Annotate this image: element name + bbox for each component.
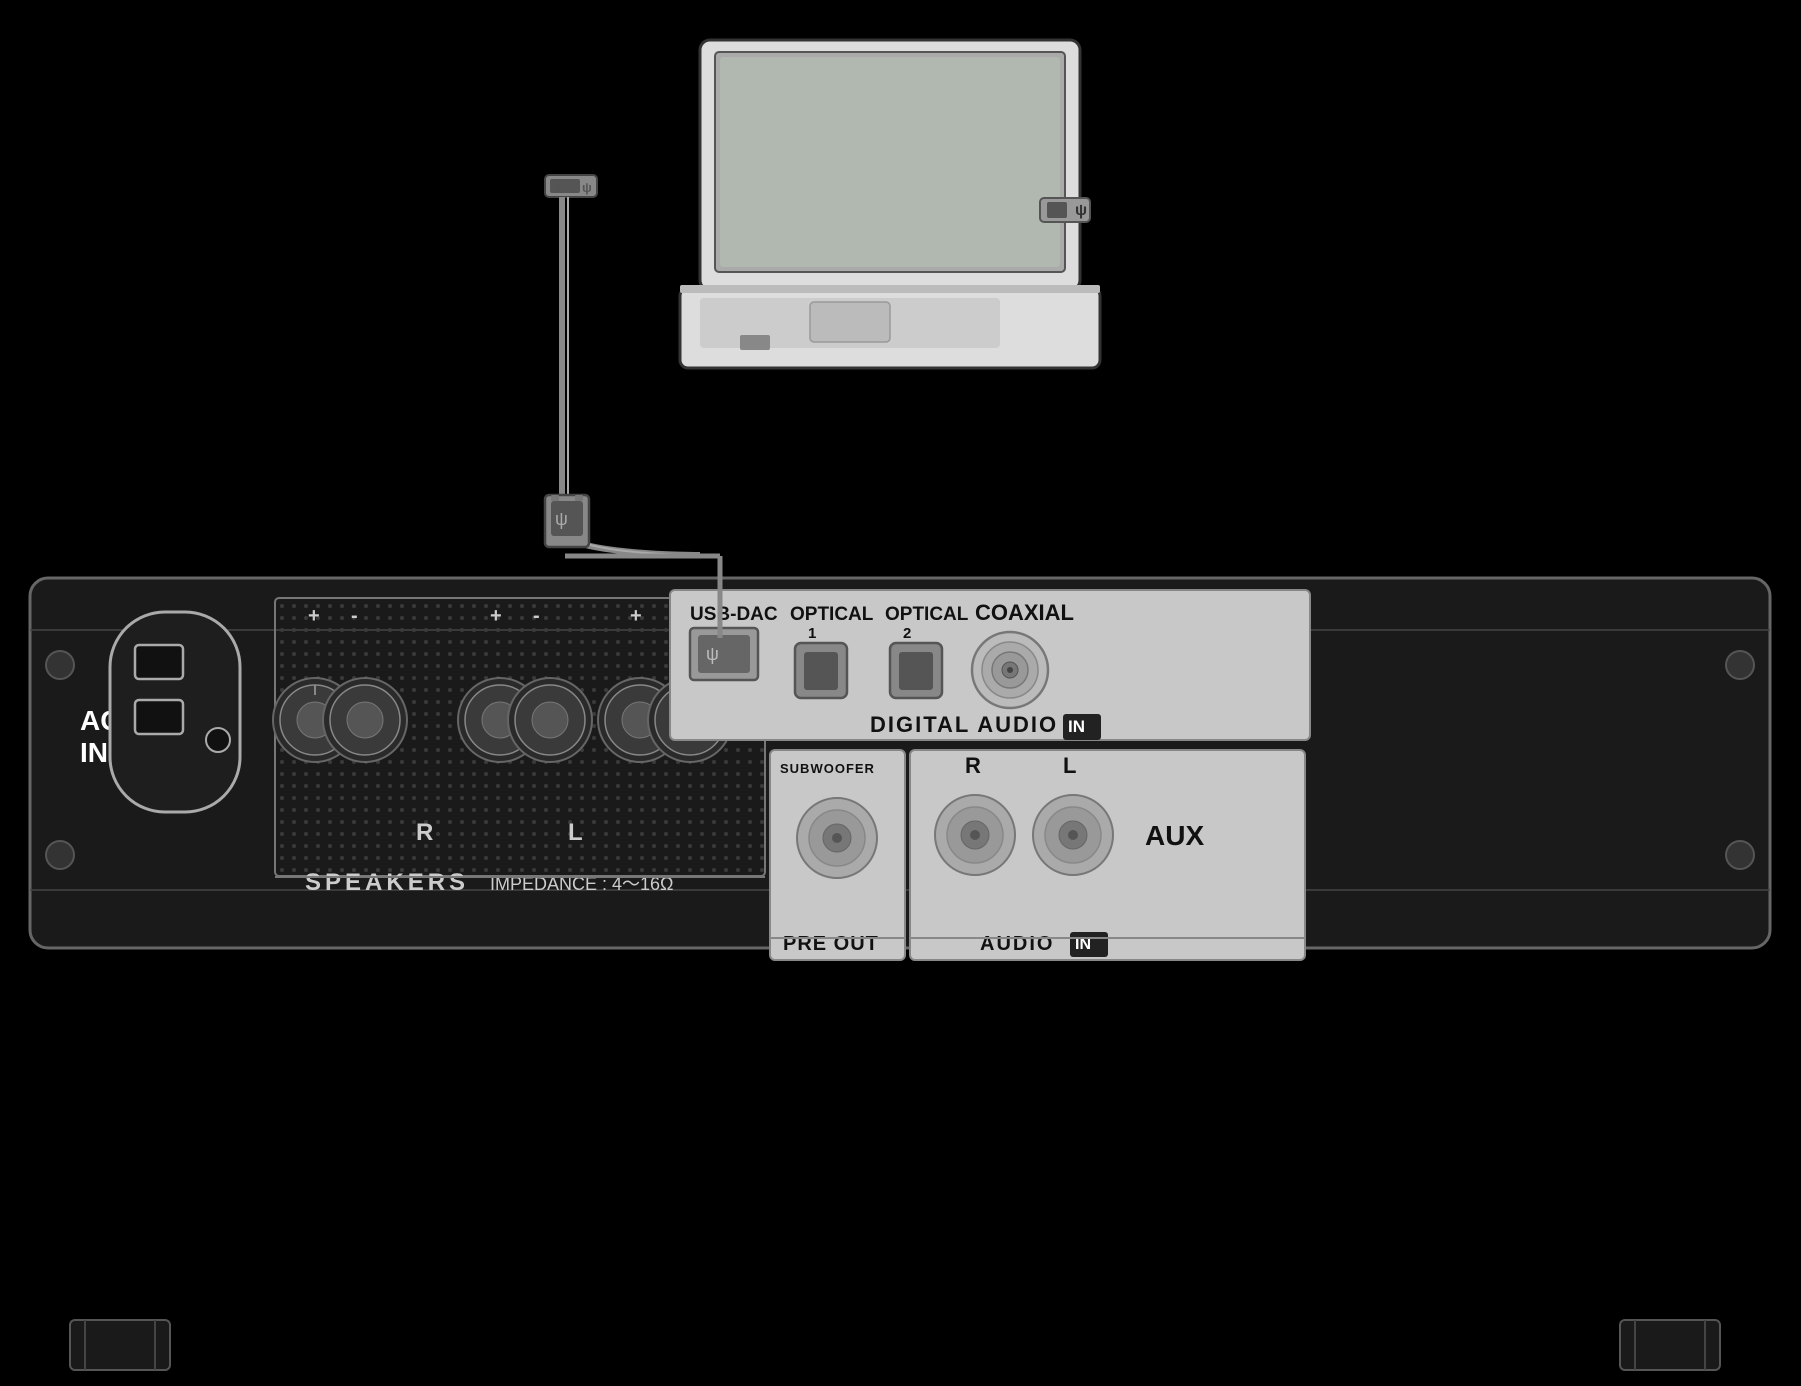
svg-text:ψ: ψ	[555, 509, 568, 529]
audio-label: AUDIO	[980, 933, 1054, 955]
digital-in-badge: IN	[1068, 717, 1085, 736]
svg-text:OPTICAL: OPTICAL	[885, 604, 969, 625]
svg-text:+: +	[308, 605, 320, 627]
bottom-connector-left	[70, 1320, 170, 1370]
svg-text:-: -	[533, 605, 540, 627]
ac-in-label: AC	[80, 705, 120, 736]
svg-text:-: -	[673, 605, 680, 627]
svg-text:OPTICAL: OPTICAL	[790, 604, 874, 625]
audio-in-badge: IN	[1075, 936, 1091, 953]
digital-audio-label: DIGITAL AUDIO	[870, 712, 1058, 737]
svg-text:-: -	[351, 605, 358, 627]
svg-text:+: +	[630, 605, 642, 627]
svg-text:R: R	[416, 819, 433, 846]
svg-text:L: L	[568, 819, 583, 846]
svg-text:2: 2	[903, 625, 911, 642]
amp-panel: AC IN + - + - + -	[30, 578, 1770, 960]
impedance-label: IMPEDANCE : 4～16Ω	[490, 874, 674, 894]
svg-text:⌬: ⌬	[555, 179, 567, 195]
aux-label: AUX	[1145, 820, 1204, 851]
svg-text:ψ: ψ	[582, 180, 592, 195]
svg-text:IN: IN	[80, 737, 108, 768]
subwoofer-label: SUBWOOFER	[780, 761, 875, 776]
bottom-connector-right	[1620, 1320, 1720, 1370]
usb-cable-body	[562, 197, 700, 555]
pre-out-label: PRE OUT	[783, 933, 879, 955]
speakers-label: SPEAKERS	[305, 869, 469, 896]
svg-text:ψ: ψ	[1075, 202, 1087, 219]
svg-text:1: 1	[808, 625, 816, 642]
usb-connector-laptop: ψ ⌬	[545, 175, 597, 197]
laptop-illustration: ψ	[680, 40, 1100, 368]
coaxial-label: COAXIAL	[975, 600, 1074, 625]
r-channel-label: R	[965, 753, 981, 778]
usb-dac-label: USB-DAC	[690, 604, 778, 625]
svg-text:ψ: ψ	[706, 644, 719, 664]
svg-text:+: +	[490, 605, 502, 627]
usb-connector-amp: ψ	[545, 495, 589, 547]
l-channel-label: L	[1063, 753, 1076, 778]
